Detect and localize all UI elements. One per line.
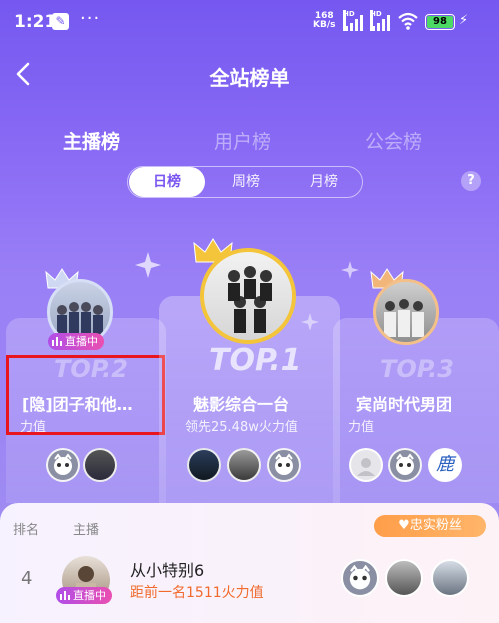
charging-icon: ⚡: [459, 13, 469, 28]
avatar-third[interactable]: [373, 279, 439, 345]
ranking-tabs: 主播榜 用户榜 公会榜: [0, 127, 499, 157]
avatar-first[interactable]: [200, 248, 296, 344]
live-bars-icon: [52, 337, 62, 346]
battery-level: 98: [427, 16, 453, 28]
network-speed: 168 KB/s: [313, 12, 335, 30]
list-host-gap: 距前一名1511火力值: [130, 585, 264, 601]
wrench-icon: ✎: [52, 13, 69, 30]
fan-avatar[interactable]: [83, 448, 117, 482]
signal-icon: HD: [343, 10, 365, 31]
app-screen: 1:21 ✎ ··· 168 KB/s HD HD 98 ⚡ 全站榜单 主播榜 …: [0, 0, 499, 623]
tab-host[interactable]: 主播榜: [63, 127, 120, 154]
fan-avatar-logo[interactable]: 鹿: [428, 448, 462, 482]
podium-first-name: 魅影综合一台: [193, 395, 290, 414]
loyal-fans-badge: ♥忠实粉丝: [374, 515, 486, 537]
podium-first-sub: 领先25.48w火力值: [185, 420, 298, 435]
list-host-name[interactable]: 从小特别6: [130, 557, 204, 581]
live-badge-second: 直播中: [48, 333, 104, 350]
loyal-fan-avatar[interactable]: [385, 559, 423, 597]
signal-icon: HD: [370, 10, 392, 31]
tab-user[interactable]: 用户榜: [214, 127, 271, 154]
rank-label-third: TOP.3: [380, 355, 454, 383]
more-notifications-icon: ···: [80, 8, 101, 29]
tab-guild[interactable]: 公会榜: [365, 127, 422, 154]
period-monthly[interactable]: 月榜: [286, 167, 362, 197]
podium-third-sub: 力值: [348, 420, 375, 435]
period-daily[interactable]: 日榜: [129, 167, 205, 197]
rank-label-first: TOP.1: [209, 343, 302, 378]
period-weekly[interactable]: 周榜: [208, 167, 284, 197]
podium-third-name: 宾尚时代男团: [356, 395, 453, 414]
fan-avatar[interactable]: [267, 448, 301, 482]
fan-avatar-placeholder[interactable]: [349, 448, 383, 482]
list-header-host: 主播: [73, 523, 100, 538]
loyal-fan-avatar[interactable]: [341, 559, 379, 597]
fan-avatar[interactable]: [388, 448, 422, 482]
period-selector: 日榜 周榜 月榜: [127, 166, 363, 198]
loyal-fan-avatar[interactable]: [431, 559, 469, 597]
list-header-rank: 排名: [13, 523, 40, 538]
speed-unit: KB/s: [313, 20, 336, 30]
page-title: 全站榜单: [209, 66, 290, 90]
list-rank: 4: [21, 568, 33, 589]
battery-icon: 98: [425, 14, 455, 30]
live-badge-text: 直播中: [73, 589, 106, 602]
selection-highlight: [6, 355, 165, 435]
heart-icon: ♥: [398, 518, 410, 533]
live-bars-icon: [60, 591, 70, 600]
live-badge-row: 直播中: [56, 587, 112, 604]
fan-avatar[interactable]: [46, 448, 80, 482]
help-icon[interactable]: ?: [461, 171, 481, 191]
status-time: 1:21: [14, 12, 57, 32]
fan-avatar[interactable]: [187, 448, 221, 482]
ranking-list: 排名 主播 ♥忠实粉丝 4 直播中 从小特别6 距前一名1511火力值: [0, 503, 499, 623]
status-bar: 1:21 ✎ ··· 168 KB/s HD HD 98 ⚡: [0, 0, 499, 44]
fan-avatar[interactable]: [227, 448, 261, 482]
live-badge-text: 直播中: [65, 335, 98, 348]
loyal-fans-label: 忠实粉丝: [409, 518, 462, 533]
wifi-icon: [398, 12, 418, 30]
